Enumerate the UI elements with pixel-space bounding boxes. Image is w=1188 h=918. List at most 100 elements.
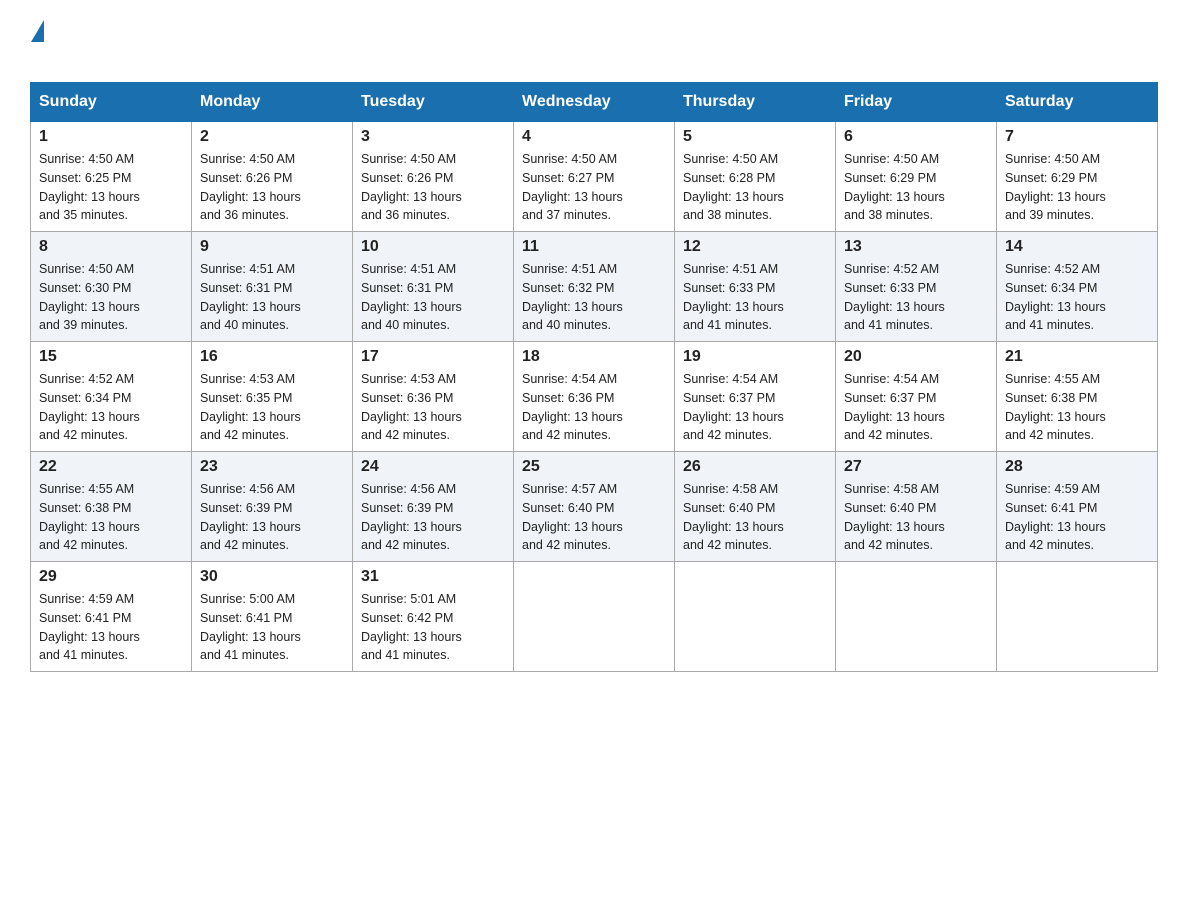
day-number: 3: [361, 128, 505, 146]
day-number: 7: [1005, 128, 1149, 146]
calendar-cell: 13 Sunrise: 4:52 AMSunset: 6:33 PMDaylig…: [836, 232, 997, 342]
day-number: 22: [39, 458, 183, 476]
day-info: Sunrise: 4:55 AMSunset: 6:38 PMDaylight:…: [39, 482, 140, 552]
calendar-cell: 21 Sunrise: 4:55 AMSunset: 6:38 PMDaylig…: [997, 342, 1158, 452]
calendar-cell: 19 Sunrise: 4:54 AMSunset: 6:37 PMDaylig…: [675, 342, 836, 452]
calendar-cell: 26 Sunrise: 4:58 AMSunset: 6:40 PMDaylig…: [675, 452, 836, 562]
day-info: Sunrise: 5:00 AMSunset: 6:41 PMDaylight:…: [200, 592, 301, 662]
day-number: 10: [361, 238, 505, 256]
day-info: Sunrise: 4:51 AMSunset: 6:33 PMDaylight:…: [683, 262, 784, 332]
calendar-cell: 27 Sunrise: 4:58 AMSunset: 6:40 PMDaylig…: [836, 452, 997, 562]
calendar-cell: [836, 562, 997, 672]
day-number: 19: [683, 348, 827, 366]
day-number: 8: [39, 238, 183, 256]
calendar-cell: 15 Sunrise: 4:52 AMSunset: 6:34 PMDaylig…: [31, 342, 192, 452]
header-cell-saturday: Saturday: [997, 83, 1158, 122]
day-info: Sunrise: 4:54 AMSunset: 6:36 PMDaylight:…: [522, 372, 623, 442]
calendar-cell: 14 Sunrise: 4:52 AMSunset: 6:34 PMDaylig…: [997, 232, 1158, 342]
calendar-cell: 4 Sunrise: 4:50 AMSunset: 6:27 PMDayligh…: [514, 122, 675, 232]
calendar-cell: 9 Sunrise: 4:51 AMSunset: 6:31 PMDayligh…: [192, 232, 353, 342]
header-cell-sunday: Sunday: [31, 83, 192, 122]
day-number: 29: [39, 568, 183, 586]
day-number: 25: [522, 458, 666, 476]
week-row-3: 15 Sunrise: 4:52 AMSunset: 6:34 PMDaylig…: [31, 342, 1158, 452]
day-info: Sunrise: 5:01 AMSunset: 6:42 PMDaylight:…: [361, 592, 462, 662]
day-number: 16: [200, 348, 344, 366]
calendar-cell: 12 Sunrise: 4:51 AMSunset: 6:33 PMDaylig…: [675, 232, 836, 342]
page-header: [30, 20, 1158, 72]
calendar-header: SundayMondayTuesdayWednesdayThursdayFrid…: [31, 83, 1158, 122]
calendar-cell: 7 Sunrise: 4:50 AMSunset: 6:29 PMDayligh…: [997, 122, 1158, 232]
day-info: Sunrise: 4:50 AMSunset: 6:29 PMDaylight:…: [844, 152, 945, 222]
day-info: Sunrise: 4:50 AMSunset: 6:26 PMDaylight:…: [361, 152, 462, 222]
calendar-cell: 6 Sunrise: 4:50 AMSunset: 6:29 PMDayligh…: [836, 122, 997, 232]
week-row-1: 1 Sunrise: 4:50 AMSunset: 6:25 PMDayligh…: [31, 122, 1158, 232]
header-cell-friday: Friday: [836, 83, 997, 122]
day-info: Sunrise: 4:55 AMSunset: 6:38 PMDaylight:…: [1005, 372, 1106, 442]
day-number: 6: [844, 128, 988, 146]
calendar-cell: 17 Sunrise: 4:53 AMSunset: 6:36 PMDaylig…: [353, 342, 514, 452]
day-info: Sunrise: 4:52 AMSunset: 6:33 PMDaylight:…: [844, 262, 945, 332]
day-number: 2: [200, 128, 344, 146]
calendar-cell: 18 Sunrise: 4:54 AMSunset: 6:36 PMDaylig…: [514, 342, 675, 452]
day-info: Sunrise: 4:50 AMSunset: 6:25 PMDaylight:…: [39, 152, 140, 222]
calendar-cell: 29 Sunrise: 4:59 AMSunset: 6:41 PMDaylig…: [31, 562, 192, 672]
day-info: Sunrise: 4:52 AMSunset: 6:34 PMDaylight:…: [39, 372, 140, 442]
day-info: Sunrise: 4:52 AMSunset: 6:34 PMDaylight:…: [1005, 262, 1106, 332]
day-info: Sunrise: 4:57 AMSunset: 6:40 PMDaylight:…: [522, 482, 623, 552]
calendar-cell: 5 Sunrise: 4:50 AMSunset: 6:28 PMDayligh…: [675, 122, 836, 232]
day-info: Sunrise: 4:50 AMSunset: 6:28 PMDaylight:…: [683, 152, 784, 222]
calendar-cell: 22 Sunrise: 4:55 AMSunset: 6:38 PMDaylig…: [31, 452, 192, 562]
header-cell-thursday: Thursday: [675, 83, 836, 122]
day-number: 31: [361, 568, 505, 586]
day-number: 4: [522, 128, 666, 146]
day-info: Sunrise: 4:51 AMSunset: 6:31 PMDaylight:…: [200, 262, 301, 332]
day-info: Sunrise: 4:51 AMSunset: 6:32 PMDaylight:…: [522, 262, 623, 332]
calendar-cell: 11 Sunrise: 4:51 AMSunset: 6:32 PMDaylig…: [514, 232, 675, 342]
calendar-cell: 10 Sunrise: 4:51 AMSunset: 6:31 PMDaylig…: [353, 232, 514, 342]
day-info: Sunrise: 4:56 AMSunset: 6:39 PMDaylight:…: [200, 482, 301, 552]
day-info: Sunrise: 4:50 AMSunset: 6:27 PMDaylight:…: [522, 152, 623, 222]
day-number: 14: [1005, 238, 1149, 256]
calendar-cell: 3 Sunrise: 4:50 AMSunset: 6:26 PMDayligh…: [353, 122, 514, 232]
calendar-cell: 24 Sunrise: 4:56 AMSunset: 6:39 PMDaylig…: [353, 452, 514, 562]
calendar-cell: 8 Sunrise: 4:50 AMSunset: 6:30 PMDayligh…: [31, 232, 192, 342]
calendar-cell: 25 Sunrise: 4:57 AMSunset: 6:40 PMDaylig…: [514, 452, 675, 562]
day-info: Sunrise: 4:54 AMSunset: 6:37 PMDaylight:…: [683, 372, 784, 442]
day-info: Sunrise: 4:50 AMSunset: 6:26 PMDaylight:…: [200, 152, 301, 222]
calendar-cell: 30 Sunrise: 5:00 AMSunset: 6:41 PMDaylig…: [192, 562, 353, 672]
day-number: 20: [844, 348, 988, 366]
calendar-cell: [514, 562, 675, 672]
calendar-cell: [997, 562, 1158, 672]
calendar-cell: 1 Sunrise: 4:50 AMSunset: 6:25 PMDayligh…: [31, 122, 192, 232]
day-info: Sunrise: 4:58 AMSunset: 6:40 PMDaylight:…: [844, 482, 945, 552]
day-number: 13: [844, 238, 988, 256]
day-info: Sunrise: 4:51 AMSunset: 6:31 PMDaylight:…: [361, 262, 462, 332]
header-cell-tuesday: Tuesday: [353, 83, 514, 122]
header-cell-monday: Monday: [192, 83, 353, 122]
day-number: 17: [361, 348, 505, 366]
day-info: Sunrise: 4:50 AMSunset: 6:29 PMDaylight:…: [1005, 152, 1106, 222]
day-info: Sunrise: 4:53 AMSunset: 6:36 PMDaylight:…: [361, 372, 462, 442]
header-cell-wednesday: Wednesday: [514, 83, 675, 122]
week-row-2: 8 Sunrise: 4:50 AMSunset: 6:30 PMDayligh…: [31, 232, 1158, 342]
day-number: 28: [1005, 458, 1149, 476]
calendar-table: SundayMondayTuesdayWednesdayThursdayFrid…: [30, 82, 1158, 672]
day-info: Sunrise: 4:50 AMSunset: 6:30 PMDaylight:…: [39, 262, 140, 332]
day-number: 24: [361, 458, 505, 476]
calendar-cell: [675, 562, 836, 672]
week-row-5: 29 Sunrise: 4:59 AMSunset: 6:41 PMDaylig…: [31, 562, 1158, 672]
day-info: Sunrise: 4:54 AMSunset: 6:37 PMDaylight:…: [844, 372, 945, 442]
calendar-body: 1 Sunrise: 4:50 AMSunset: 6:25 PMDayligh…: [31, 122, 1158, 672]
calendar-cell: 23 Sunrise: 4:56 AMSunset: 6:39 PMDaylig…: [192, 452, 353, 562]
day-number: 9: [200, 238, 344, 256]
day-info: Sunrise: 4:58 AMSunset: 6:40 PMDaylight:…: [683, 482, 784, 552]
day-info: Sunrise: 4:53 AMSunset: 6:35 PMDaylight:…: [200, 372, 301, 442]
week-row-4: 22 Sunrise: 4:55 AMSunset: 6:38 PMDaylig…: [31, 452, 1158, 562]
day-info: Sunrise: 4:59 AMSunset: 6:41 PMDaylight:…: [39, 592, 140, 662]
day-number: 18: [522, 348, 666, 366]
calendar-cell: 16 Sunrise: 4:53 AMSunset: 6:35 PMDaylig…: [192, 342, 353, 452]
day-number: 21: [1005, 348, 1149, 366]
day-number: 23: [200, 458, 344, 476]
day-info: Sunrise: 4:59 AMSunset: 6:41 PMDaylight:…: [1005, 482, 1106, 552]
